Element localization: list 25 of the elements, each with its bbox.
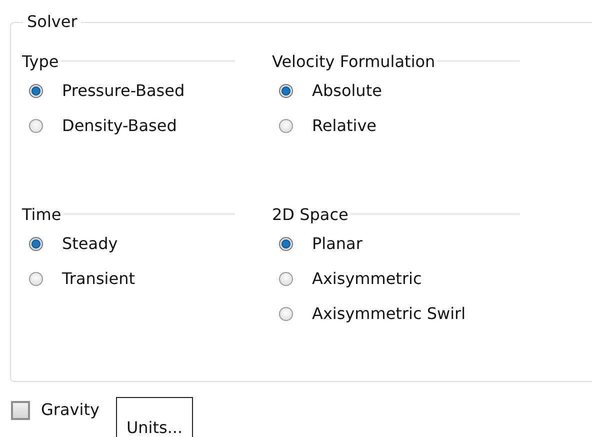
radio-button[interactable] bbox=[279, 118, 293, 132]
radio-label[interactable]: Pressure-Based bbox=[62, 81, 185, 100]
radio-label[interactable]: Absolute bbox=[312, 81, 382, 100]
radio-label[interactable]: Planar bbox=[312, 234, 362, 253]
radio-button[interactable] bbox=[29, 84, 43, 98]
radio-button[interactable] bbox=[29, 118, 43, 132]
radio-label[interactable]: Transient bbox=[62, 269, 135, 288]
radio-label[interactable]: Steady bbox=[62, 234, 118, 253]
radio-label[interactable]: Density-Based bbox=[62, 116, 177, 135]
section-title: 2D Space bbox=[272, 204, 348, 224]
units-button[interactable]: Units... bbox=[116, 397, 193, 437]
radio-button[interactable] bbox=[279, 306, 293, 320]
radio-label[interactable]: Axisymmetric Swirl bbox=[312, 304, 466, 323]
radio-button[interactable] bbox=[29, 272, 43, 286]
radio-button[interactable] bbox=[29, 236, 43, 250]
section-title: Time bbox=[22, 204, 62, 224]
radio-button[interactable] bbox=[279, 84, 293, 98]
radio-label[interactable]: Axisymmetric bbox=[312, 269, 422, 288]
section-title: Type bbox=[22, 52, 59, 70]
checkbox-label[interactable]: Gravity bbox=[41, 397, 100, 423]
radio-label[interactable]: Relative bbox=[312, 116, 377, 135]
checkbox[interactable] bbox=[11, 401, 30, 420]
section-title: Velocity Formulation bbox=[272, 52, 436, 70]
radio-button[interactable] bbox=[279, 236, 293, 250]
radio-button[interactable] bbox=[279, 272, 293, 286]
